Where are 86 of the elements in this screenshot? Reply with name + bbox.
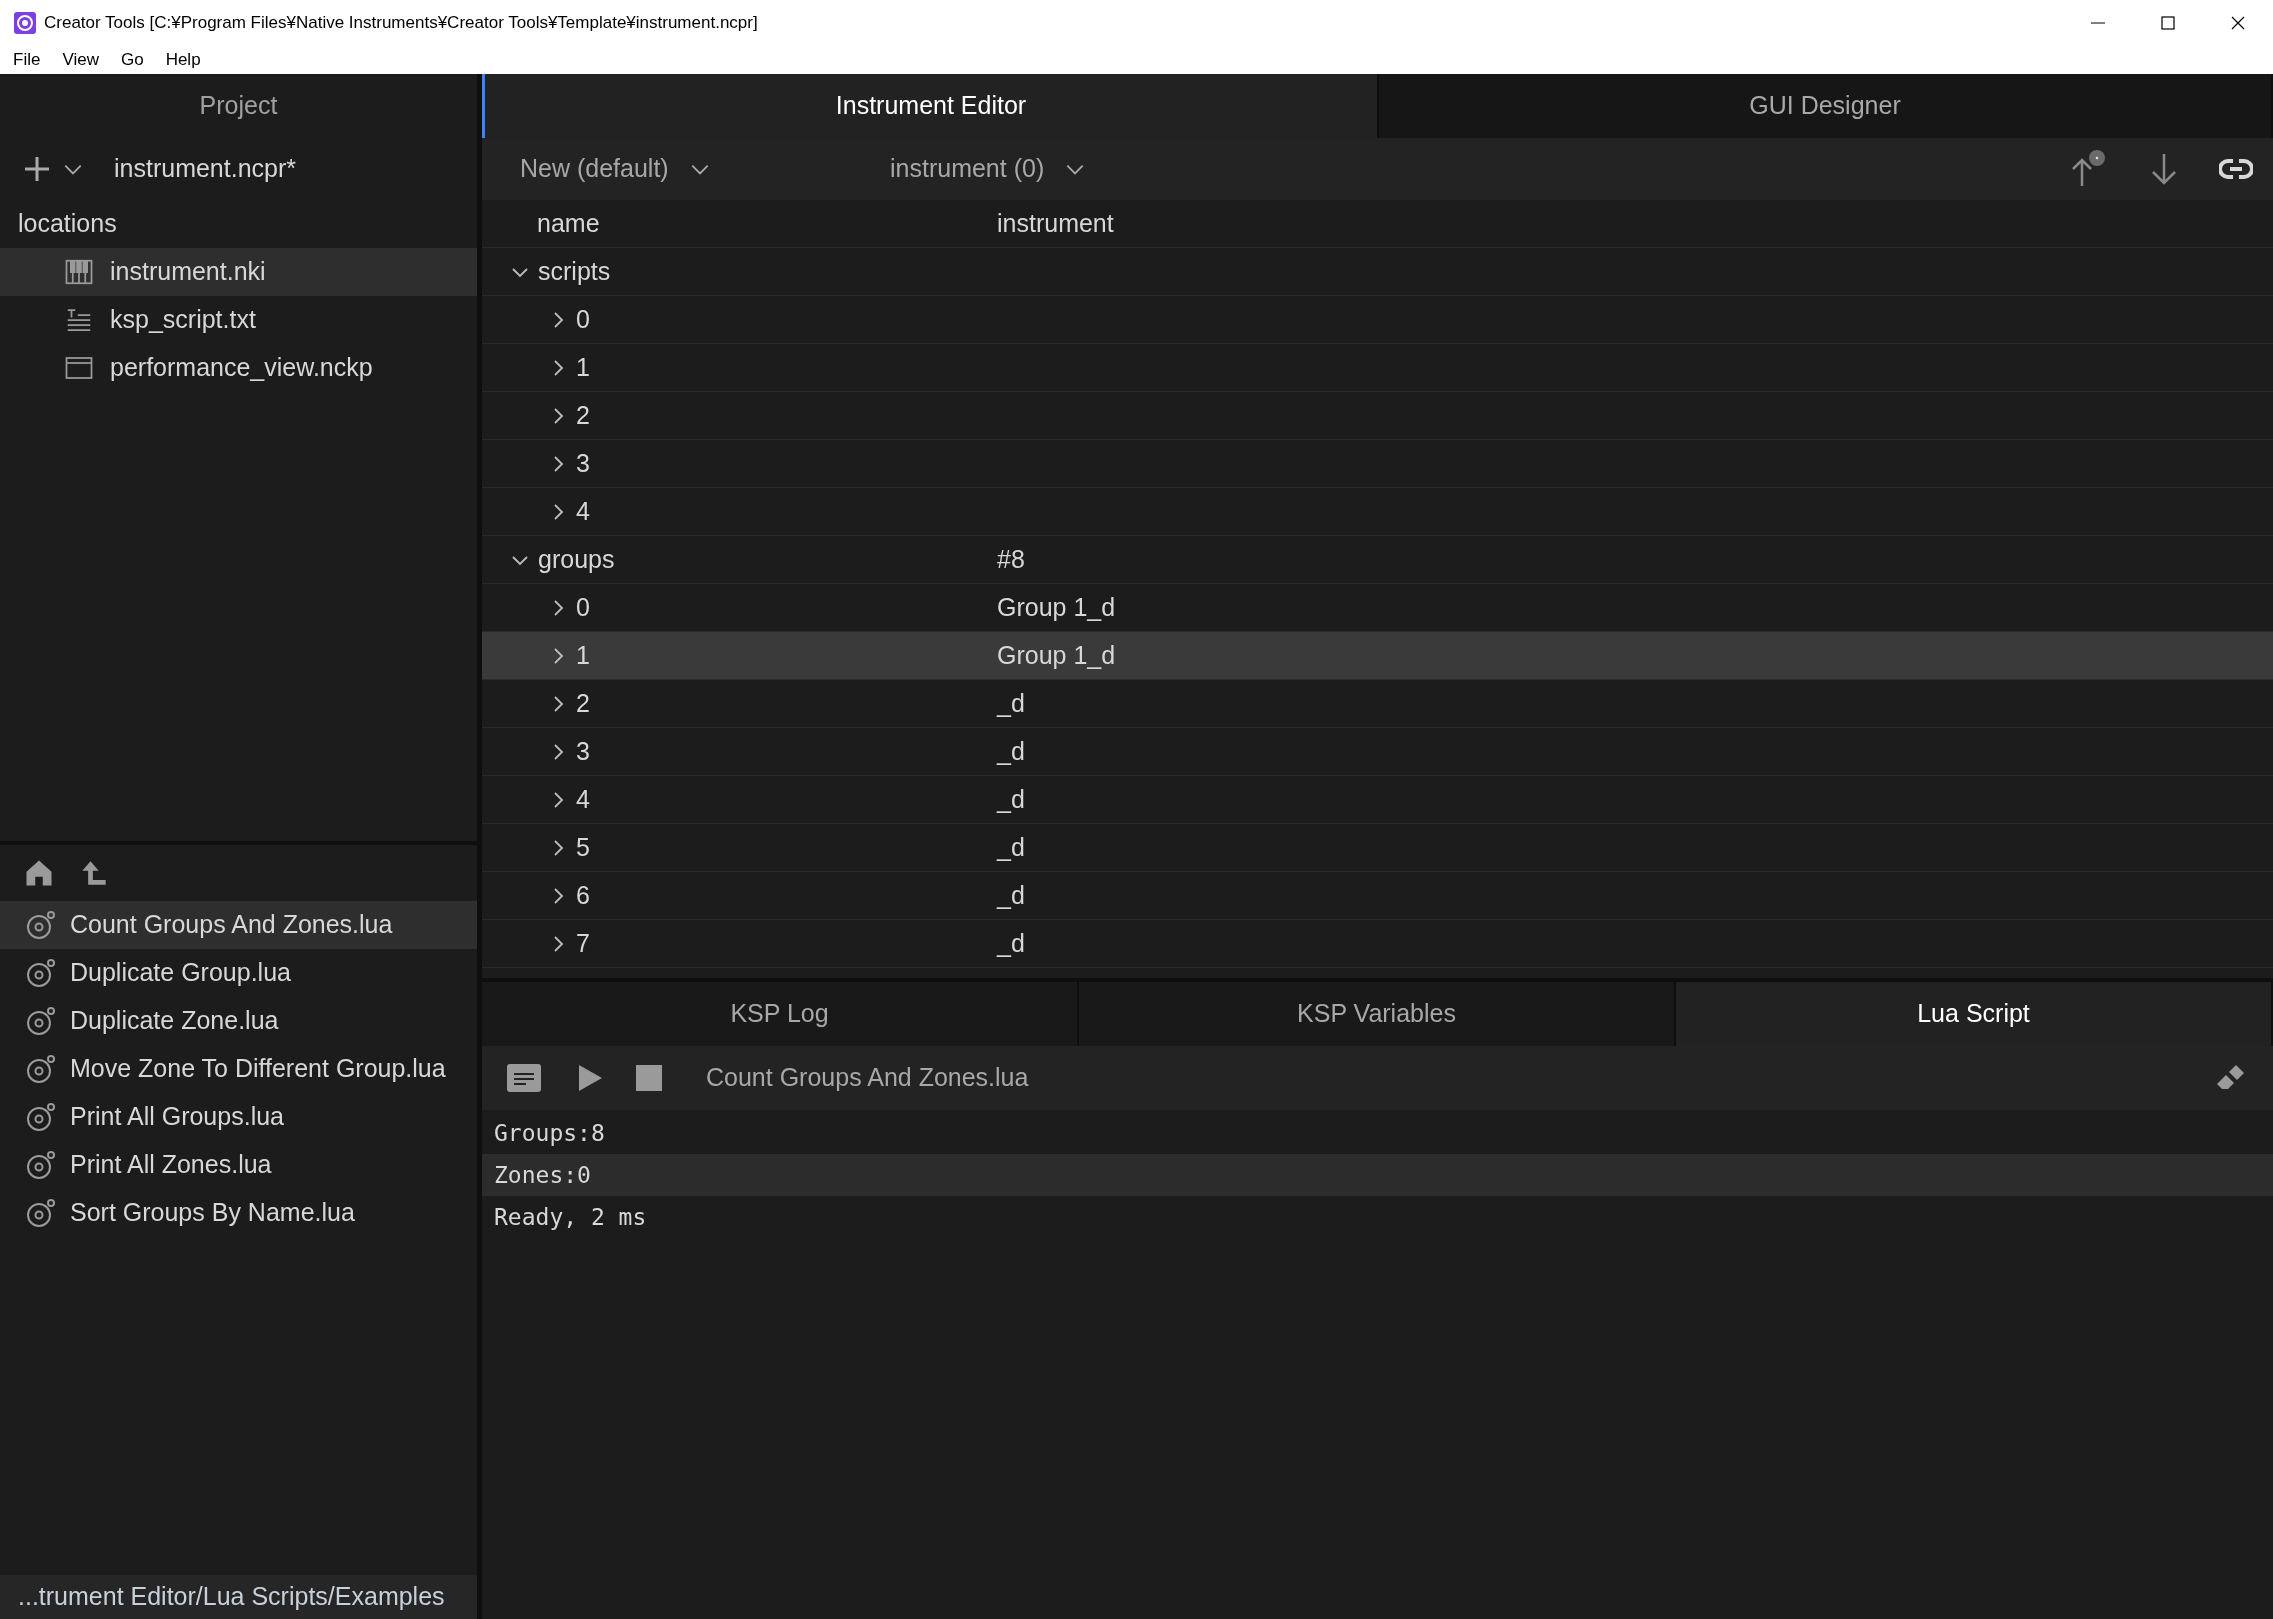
tree-value: _d (997, 735, 1025, 767)
script-item[interactable]: Count Groups And Zones.lua (0, 901, 477, 949)
tree-value: #8 (997, 543, 1025, 575)
tree-label: 0 (576, 591, 590, 623)
close-icon[interactable] (2230, 15, 2246, 31)
output-line: Ready, 2 ms (493, 1202, 648, 1232)
tree-label: 6 (576, 879, 590, 911)
output-tab[interactable]: KSP Log (482, 982, 1079, 1046)
output-tab[interactable]: KSP Variables (1079, 982, 1676, 1046)
project-file-name: instrument.ncpr* (114, 153, 297, 185)
tree-row[interactable]: 3 (482, 440, 2273, 488)
section-label: locations (17, 208, 118, 240)
piano-keys-icon (64, 257, 94, 287)
column-header: name (536, 207, 601, 239)
lua-script-icon (26, 1150, 56, 1180)
tree-label: 3 (576, 735, 590, 767)
tree-label: 7 (576, 927, 590, 959)
tree-label: 0 (576, 303, 590, 335)
tree-value: Group 1_d (997, 591, 1116, 623)
tree-label: 5 (576, 831, 590, 863)
tree-row[interactable]: 2 _d (482, 680, 2273, 728)
tree-value: Group 1_d (997, 639, 1116, 671)
script-item[interactable]: Sort Groups By Name.lua (0, 1189, 477, 1237)
tree-value: _d (997, 927, 1025, 959)
output-line: Groups:8 (493, 1118, 606, 1148)
tree-row[interactable]: 5 _d (482, 824, 2273, 872)
menu-item[interactable]: Help (165, 47, 201, 73)
window-title: Creator Tools [C:¥Program Files¥Native Instruments¥Creator Tools¥Template¥instrument.ncpr] (44, 12, 758, 35)
tree-row[interactable]: 1 Group 1_d (482, 632, 2273, 680)
tree-label: scripts (538, 255, 611, 287)
location-item[interactable]: instrument.nki (0, 248, 477, 296)
target-dropdown[interactable]: instrument (0) (890, 150, 1087, 188)
menu-item[interactable]: Go (120, 47, 144, 73)
tree-label: 4 (576, 783, 590, 815)
up-arrow-icon[interactable] (80, 859, 108, 887)
tree-row[interactable]: 3 _d (482, 728, 2273, 776)
play-icon[interactable] (577, 1064, 603, 1092)
script-item[interactable]: Print All Groups.lua (0, 1093, 477, 1141)
tree-label: 2 (576, 399, 590, 431)
path-bar: ...trument Editor/Lua Scripts/Examples (0, 1575, 477, 1619)
link-icon[interactable] (2219, 158, 2253, 180)
tree-row[interactable]: groups #8 (482, 536, 2273, 584)
tree-value: _d (997, 783, 1025, 815)
tree-label: 4 (576, 495, 590, 527)
lua-script-icon (26, 1198, 56, 1228)
tree-row[interactable]: 0 (482, 296, 2273, 344)
tree-row[interactable]: 4 _d (482, 776, 2273, 824)
menu-item[interactable]: View (62, 47, 99, 73)
tree-label: 1 (576, 351, 590, 383)
log-icon[interactable] (507, 1064, 541, 1092)
plus-icon[interactable] (22, 154, 52, 184)
script-item[interactable]: Print All Zones.lua (0, 1141, 477, 1189)
panel-header: Project (198, 90, 279, 122)
script-name: Count Groups And Zones.lua (706, 1062, 1029, 1094)
tree-label: 1 (576, 639, 590, 671)
script-item[interactable]: Move Zone To Different Group.lua (0, 1045, 477, 1093)
lua-script-icon (26, 1054, 56, 1084)
lua-script-icon (26, 910, 56, 940)
location-item[interactable]: performance_view.nckp (0, 344, 477, 392)
tree-row[interactable]: 7 _d (482, 920, 2273, 968)
editor-tab[interactable]: Instrument Editor (482, 74, 1379, 138)
tree-row[interactable]: scripts (482, 248, 2273, 296)
tree-value: _d (997, 831, 1025, 863)
tree-value: _d (997, 879, 1025, 911)
home-icon[interactable] (24, 858, 54, 888)
column-header: instrument (997, 207, 1114, 239)
lua-script-icon (26, 958, 56, 988)
tree-label: groups (538, 543, 615, 575)
maximize-icon[interactable] (2160, 15, 2176, 31)
script-item[interactable]: Duplicate Group.lua (0, 949, 477, 997)
app-logo-icon (14, 12, 36, 34)
down-arrow-icon[interactable] (2149, 152, 2179, 186)
lua-script-icon (26, 1006, 56, 1036)
tree-row[interactable]: 4 (482, 488, 2273, 536)
script-item[interactable]: Duplicate Zone.lua (0, 997, 477, 1045)
tree-label: 3 (576, 447, 590, 479)
output-tab[interactable]: Lua Script (1676, 982, 2273, 1046)
menu-item[interactable]: File (13, 47, 41, 73)
location-item[interactable]: ksp_script.txt (0, 296, 477, 344)
tree-row[interactable]: 6 _d (482, 872, 2273, 920)
lua-script-icon (26, 1102, 56, 1132)
tree-label: 2 (576, 687, 590, 719)
tree-value: _d (997, 687, 1025, 719)
tree-row[interactable]: 1 (482, 344, 2273, 392)
snapshot-dropdown[interactable]: New (default) (520, 150, 890, 188)
tree-row[interactable]: 2 (482, 392, 2273, 440)
